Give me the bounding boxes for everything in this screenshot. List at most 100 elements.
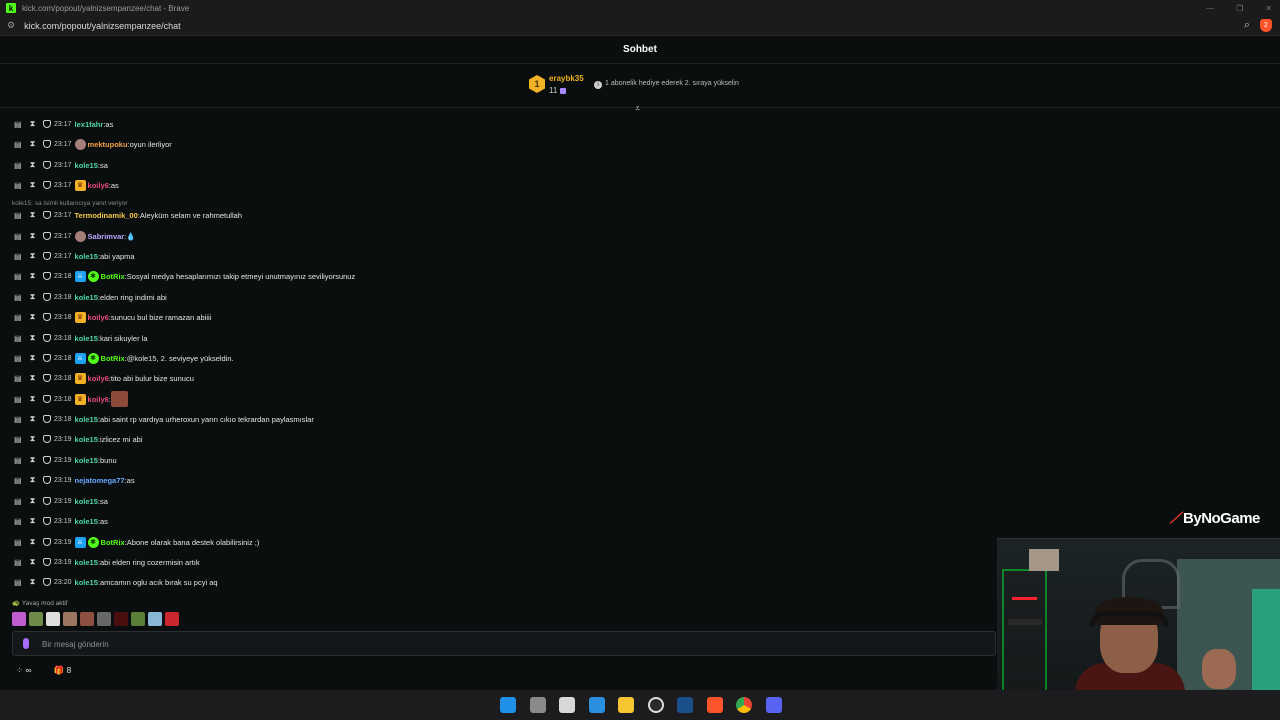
discord-icon[interactable]: [765, 697, 782, 713]
timeout-user-icon[interactable]: ⧗: [29, 312, 36, 322]
windows-start-icon[interactable]: [500, 697, 516, 713]
delete-message-icon[interactable]: ▤: [14, 334, 22, 343]
timeout-user-icon[interactable]: ⧗: [29, 180, 36, 190]
timeout-user-icon[interactable]: ⧗: [29, 577, 36, 587]
delete-message-icon[interactable]: ▤: [14, 211, 22, 220]
message-username[interactable]: kole15: [75, 252, 98, 261]
file-explorer-icon[interactable]: [618, 697, 634, 713]
message-username[interactable]: BotRix: [101, 272, 125, 281]
message-username[interactable]: kole15: [75, 456, 98, 465]
delete-message-icon[interactable]: ▤: [14, 140, 22, 149]
message-username[interactable]: koily6: [88, 313, 109, 322]
ban-user-icon[interactable]: [43, 578, 51, 586]
delete-message-icon[interactable]: ▤: [14, 497, 22, 506]
emote-button[interactable]: [131, 612, 145, 626]
task-view-icon[interactable]: [529, 697, 546, 713]
timeout-user-icon[interactable]: ⧗: [29, 210, 36, 220]
message-username[interactable]: kole15: [75, 558, 98, 567]
timeout-user-icon[interactable]: ⧗: [29, 475, 36, 485]
ban-user-icon[interactable]: [43, 313, 51, 321]
message-username[interactable]: lex1fahr: [75, 120, 104, 129]
timeout-user-icon[interactable]: ⧗: [29, 333, 36, 343]
emote-picker-icon[interactable]: [23, 638, 29, 649]
delete-message-icon[interactable]: ▤: [14, 293, 22, 302]
delete-message-icon[interactable]: ▤: [14, 415, 22, 424]
emote-button[interactable]: [80, 612, 94, 626]
timeout-user-icon[interactable]: ⧗: [29, 557, 36, 567]
emote-button[interactable]: [63, 612, 77, 626]
ban-user-icon[interactable]: [43, 558, 51, 566]
chrome-icon[interactable]: [736, 697, 752, 713]
message-username[interactable]: nejatomega77: [75, 476, 125, 485]
ban-user-icon[interactable]: [43, 272, 51, 280]
timeout-user-icon[interactable]: ⧗: [29, 414, 36, 424]
message-username[interactable]: Termodinamik_00: [75, 211, 138, 220]
ban-user-icon[interactable]: [43, 354, 51, 362]
delete-message-icon[interactable]: ▤: [14, 313, 22, 322]
message-username[interactable]: koily6: [88, 374, 109, 383]
ban-user-icon[interactable]: [43, 252, 51, 260]
photos-icon[interactable]: [588, 697, 605, 713]
delete-message-icon[interactable]: ▤: [14, 354, 22, 363]
timeout-user-icon[interactable]: ⧗: [29, 434, 36, 444]
delete-message-icon[interactable]: ▤: [14, 558, 22, 567]
timeout-user-icon[interactable]: ⧗: [29, 516, 36, 526]
timeout-user-icon[interactable]: ⧗: [29, 251, 36, 261]
timeout-user-icon[interactable]: ⧗: [29, 496, 36, 506]
ban-user-icon[interactable]: [43, 181, 51, 189]
message-username[interactable]: kole15: [75, 293, 98, 302]
emote-button[interactable]: [148, 612, 162, 626]
delete-message-icon[interactable]: ▤: [14, 456, 22, 465]
timeout-user-icon[interactable]: ⧗: [29, 231, 36, 241]
emote-button[interactable]: [114, 612, 128, 626]
obs-icon[interactable]: [647, 697, 664, 713]
ban-user-icon[interactable]: [43, 211, 51, 219]
close-button[interactable]: ✕: [1265, 4, 1272, 13]
ban-user-icon[interactable]: [43, 435, 51, 443]
emote-button[interactable]: [165, 612, 179, 626]
timeout-user-icon[interactable]: ⧗: [29, 537, 36, 547]
message-username[interactable]: Sabrimvar: [88, 232, 125, 241]
ban-user-icon[interactable]: [43, 374, 51, 382]
delete-message-icon[interactable]: ▤: [14, 395, 22, 404]
steam-icon[interactable]: [677, 697, 693, 713]
timeout-user-icon[interactable]: ⧗: [29, 139, 36, 149]
ban-user-icon[interactable]: [43, 120, 51, 128]
message-username[interactable]: kole15: [75, 435, 98, 444]
chat-input[interactable]: Bir mesaj gönderin: [12, 631, 996, 656]
emote-button[interactable]: [46, 612, 60, 626]
emote-button[interactable]: [29, 612, 43, 626]
message-username[interactable]: kole15: [75, 497, 98, 506]
message-username[interactable]: kole15: [75, 517, 98, 526]
delete-message-icon[interactable]: ▤: [14, 517, 22, 526]
ban-user-icon[interactable]: [43, 334, 51, 342]
ban-user-icon[interactable]: [43, 232, 51, 240]
ban-user-icon[interactable]: [43, 395, 51, 403]
site-settings-icon[interactable]: ⚙: [7, 20, 15, 31]
timeout-user-icon[interactable]: ⧗: [29, 271, 36, 281]
ban-user-icon[interactable]: [43, 456, 51, 464]
url-field[interactable]: kick.com/popout/yalnizsempanzee/chat: [24, 21, 181, 31]
maximize-button[interactable]: ❐: [1236, 4, 1243, 13]
ban-user-icon[interactable]: [43, 517, 51, 525]
delete-message-icon[interactable]: ▤: [14, 252, 22, 261]
leader-username[interactable]: eraybk35: [549, 74, 584, 83]
ban-user-icon[interactable]: [43, 161, 51, 169]
snipping-tool-icon[interactable]: [559, 697, 575, 713]
message-username[interactable]: mektupoku: [88, 140, 128, 149]
delete-message-icon[interactable]: ▤: [14, 476, 22, 485]
timeout-user-icon[interactable]: ⧗: [29, 353, 36, 363]
brave-icon[interactable]: [706, 697, 723, 713]
message-username[interactable]: BotRix: [101, 354, 125, 363]
message-username[interactable]: kole15: [75, 334, 98, 343]
delete-message-icon[interactable]: ▤: [14, 435, 22, 444]
minimize-button[interactable]: —: [1206, 4, 1214, 13]
timeout-user-icon[interactable]: ⧗: [29, 119, 36, 129]
timeout-user-icon[interactable]: ⧗: [29, 160, 36, 170]
message-username[interactable]: koily6: [88, 395, 109, 404]
ban-user-icon[interactable]: [43, 293, 51, 301]
message-username[interactable]: koily6: [88, 181, 109, 190]
message-username[interactable]: kole15: [75, 578, 98, 587]
timeout-user-icon[interactable]: ⧗: [29, 455, 36, 465]
delete-message-icon[interactable]: ▤: [14, 272, 22, 281]
